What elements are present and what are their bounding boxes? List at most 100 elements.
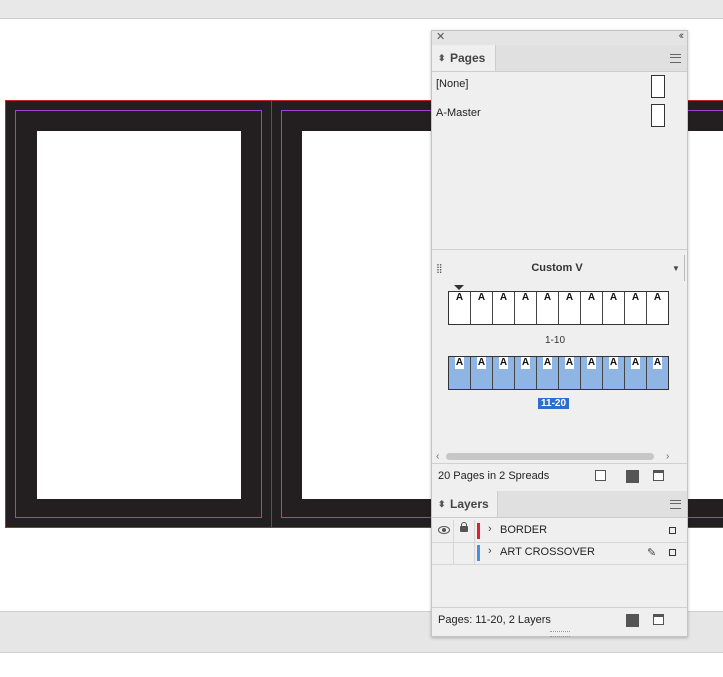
master-prefix: A (520, 292, 531, 304)
master-prefix: A (630, 357, 641, 369)
master-prefix: A (520, 357, 531, 369)
layer-row-border[interactable]: › BORDER (432, 520, 687, 543)
layers-footer: Pages: 11-20, 2 Layers (432, 607, 687, 632)
panel-title-strip[interactable]: ✕ ‹‹ (432, 30, 687, 46)
scrollbar-thumb[interactable] (446, 453, 654, 460)
layers-tab-row: ⬍ Layers (432, 491, 687, 518)
pages-footer: 20 Pages in 2 Spreads (432, 463, 687, 489)
master-prefix: A (564, 292, 575, 304)
master-prefix: A (564, 357, 575, 369)
layer-select-square[interactable] (669, 527, 676, 534)
tab-layers[interactable]: ⬍ Layers (432, 491, 498, 517)
page-thumbnail[interactable]: A (493, 357, 515, 389)
master-prefix: A (454, 292, 465, 304)
edit-page-size-icon[interactable] (595, 470, 606, 481)
page-thumbnail[interactable]: A (603, 357, 625, 389)
page-thumbnail[interactable]: A (515, 357, 537, 389)
page-thumbnail[interactable]: A (647, 292, 668, 324)
divider (684, 255, 685, 281)
collapse-panel-icon[interactable]: ‹‹ (679, 30, 685, 42)
page-thumbnail[interactable]: A (537, 292, 559, 324)
master-item-none[interactable]: [None] (436, 78, 468, 90)
chevron-right-icon[interactable]: › (666, 451, 669, 462)
chevron-down-icon[interactable]: ▼ (672, 264, 680, 273)
master-thumbnail[interactable] (651, 104, 665, 127)
master-prefix: A (498, 292, 509, 304)
master-prefix: A (630, 292, 641, 304)
pages-status-text: 20 Pages in 2 Spreads (438, 470, 550, 482)
chevron-right-icon[interactable]: › (488, 545, 492, 557)
tab-label: Pages (450, 51, 486, 65)
layer-row-art-crossover[interactable]: › ART CROSSOVER ✎ (432, 542, 687, 565)
page-thumbnail[interactable]: A (515, 292, 537, 324)
master-prefix: A (652, 292, 663, 304)
master-thumbnail[interactable] (651, 75, 665, 98)
view-menu-label[interactable]: Custom V (432, 262, 682, 274)
master-prefix: A (608, 292, 619, 304)
master-prefix: A (542, 292, 553, 304)
spread-label[interactable]: 1-10 (545, 335, 565, 346)
chevron-right-icon[interactable]: › (488, 523, 492, 535)
master-prefix: A (542, 357, 553, 369)
master-prefix: A (498, 357, 509, 369)
trash-icon[interactable] (653, 470, 664, 481)
page-thumbnail[interactable]: A (559, 292, 581, 324)
sort-arrows-icon: ⬍ (438, 53, 446, 63)
spread-thumbnails-1-10[interactable]: A A A A A A A A A A (448, 291, 669, 325)
pages-tab-row: ⬍ Pages (432, 45, 687, 72)
new-layer-icon[interactable] (626, 614, 639, 627)
page-thumbnail[interactable]: A (581, 292, 603, 324)
master-prefix: A (476, 292, 487, 304)
page-thumbnail[interactable]: A (625, 292, 647, 324)
page-thumbnail[interactable]: A (471, 357, 493, 389)
layer-select-square[interactable] (669, 549, 676, 556)
layers-status-text: Pages: 11-20, 2 Layers (438, 614, 551, 626)
art-frame[interactable] (37, 131, 241, 499)
page-thumbnail[interactable]: A (603, 292, 625, 324)
page-thumbnail[interactable]: A (647, 357, 668, 389)
divider (474, 520, 475, 542)
page-thumbnail[interactable]: A (537, 357, 559, 389)
master-label: A-Master (436, 107, 481, 119)
page-thumbnail[interactable]: A (625, 357, 647, 389)
page-thumbnail[interactable]: A (581, 357, 603, 389)
divider (453, 520, 454, 542)
layer-name[interactable]: BORDER (500, 524, 547, 536)
divider (474, 542, 475, 564)
master-prefix: A (476, 357, 487, 369)
new-page-icon[interactable] (626, 470, 639, 483)
page-thumbnail[interactable]: A (449, 357, 471, 389)
spread-thumbnails-11-20[interactable]: A A A A A A A A A A (448, 356, 669, 390)
current-page-marker-icon (454, 285, 464, 290)
master-item-a-master[interactable]: A-Master (436, 107, 481, 119)
panel-menu-icon[interactable] (670, 54, 681, 63)
spread-label-selected[interactable]: 11-20 (538, 398, 570, 409)
page-thumbnail[interactable]: A (449, 292, 471, 324)
sort-arrows-icon: ⬍ (438, 499, 446, 509)
master-prefix: A (586, 357, 597, 369)
master-prefix: A (608, 357, 619, 369)
panel-group: ✕ ‹‹ ⬍ Pages [None] A-Master ⣿ Custom V … (431, 30, 688, 637)
lock-icon[interactable] (460, 522, 468, 532)
horizontal-scrollbar[interactable]: ‹ › (436, 451, 674, 462)
close-icon[interactable]: ✕ (436, 30, 445, 43)
eye-icon[interactable] (438, 526, 450, 534)
layer-name[interactable]: ART CROSSOVER (500, 546, 595, 558)
master-prefix: A (586, 292, 597, 304)
divider (453, 542, 454, 564)
tab-label: Layers (450, 497, 489, 511)
panel-menu-icon[interactable] (670, 500, 681, 509)
no-pen-icon: ✎ (647, 547, 657, 559)
page-thumbnail[interactable]: A (493, 292, 515, 324)
master-label: [None] (436, 78, 469, 90)
page-thumbnail[interactable]: A (471, 292, 493, 324)
document-page-left[interactable] (5, 100, 272, 528)
layer-color-swatch (477, 523, 480, 539)
chevron-left-icon[interactable]: ‹ (436, 451, 439, 462)
trash-icon[interactable] (653, 614, 664, 625)
master-prefix: A (454, 357, 465, 369)
tab-pages[interactable]: ⬍ Pages (432, 45, 496, 71)
resize-grip-icon[interactable] (550, 631, 570, 637)
page-thumbnail[interactable]: A (559, 357, 581, 389)
panel-divider[interactable] (432, 249, 687, 250)
